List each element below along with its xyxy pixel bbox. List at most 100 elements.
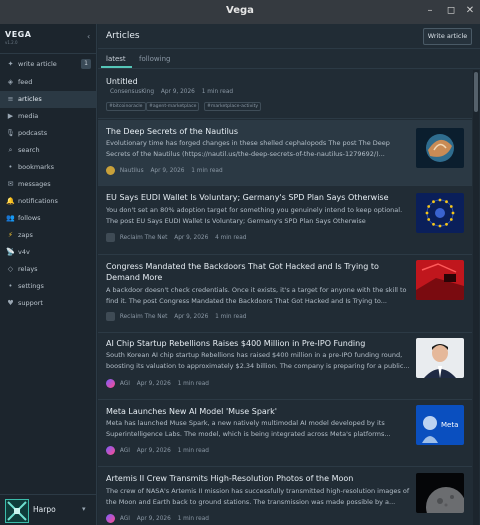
article-meta: ConsensusKing Apr 9, 2026 1 min read bbox=[110, 89, 238, 99]
article-thumbnail[interactable] bbox=[416, 338, 464, 378]
sidebar-item-label: podcasts bbox=[18, 129, 48, 137]
article-author[interactable]: AGI bbox=[120, 381, 130, 387]
radio-icon: 📡 bbox=[6, 248, 15, 256]
article-excerpt: You don't set an 80% adoption target for… bbox=[106, 206, 403, 225]
user-menu[interactable]: Harpo ▾ bbox=[0, 494, 96, 525]
tab-latest[interactable]: latest bbox=[106, 55, 126, 63]
article-date: Apr 9, 2026 bbox=[160, 89, 195, 95]
article-card[interactable]: EU Says EUDI Wallet Is Voluntary; German… bbox=[98, 187, 472, 255]
tabs-divider bbox=[98, 68, 480, 69]
sidebar-item-v4v[interactable]: 📡 v4v bbox=[0, 244, 96, 261]
article-read-time: 4 min read bbox=[215, 234, 247, 241]
article-card[interactable]: The Deep Secrets of the Nautilus Evoluti… bbox=[98, 120, 472, 186]
article-card[interactable]: Artemis II Crew Transmits High-Resolutio… bbox=[98, 468, 472, 525]
article-excerpt: The crew of NASA's Artemis II mission ha… bbox=[106, 487, 410, 506]
article-read-time: 1 min read bbox=[177, 515, 209, 522]
maximize-icon[interactable]: ◻ bbox=[444, 4, 458, 18]
article-title[interactable]: Artemis II Crew Transmits High-Resolutio… bbox=[106, 473, 410, 484]
page-title: Articles bbox=[106, 31, 140, 41]
article-thumbnail[interactable] bbox=[416, 128, 464, 168]
scrollbar-thumb[interactable] bbox=[474, 72, 478, 112]
article-read-time: 1 min read bbox=[215, 313, 247, 320]
article-date: Apr 9, 2026 bbox=[174, 234, 209, 241]
article-read-time: 1 min read bbox=[177, 380, 209, 387]
bookmark-icon: • bbox=[8, 163, 13, 171]
article-title[interactable]: Meta Launches New AI Model 'Muse Spark' bbox=[106, 406, 410, 417]
tab-following[interactable]: following bbox=[139, 55, 170, 63]
minimize-icon[interactable]: – bbox=[423, 4, 437, 18]
gear-icon: • bbox=[8, 282, 13, 290]
sidebar-item-articles[interactable]: ≡ articles bbox=[0, 91, 96, 108]
sidebar-item-bookmarks[interactable]: • bookmarks bbox=[0, 159, 96, 176]
collapse-sidebar-icon[interactable]: ‹ bbox=[87, 32, 90, 41]
lightning-icon: ⚡ bbox=[8, 231, 13, 239]
article-title[interactable]: Congress Mandated the Backdoors That Got… bbox=[106, 261, 410, 283]
sidebar-item-label: notifications bbox=[18, 197, 58, 205]
sidebar-item-write-article[interactable]: ✦ write article 1 bbox=[0, 56, 96, 73]
article-author[interactable]: AGI bbox=[120, 516, 130, 522]
article-meta: Reclaim The Net Apr 9, 2026 1 min read bbox=[106, 312, 251, 322]
header-divider bbox=[98, 48, 480, 49]
article-thumbnail[interactable]: Meta bbox=[416, 405, 464, 445]
window-title: Vega bbox=[226, 5, 254, 16]
article-read-time: 1 min read bbox=[191, 167, 223, 174]
article-title[interactable]: Untitled bbox=[106, 76, 138, 87]
article-title[interactable]: EU Says EUDI Wallet Is Voluntary; German… bbox=[106, 192, 410, 203]
sidebar: VEGA v1.2.0 ‹ ✦ write article 1 ◈ feed ≡… bbox=[0, 24, 97, 525]
tag[interactable]: #agent-marketplace bbox=[146, 102, 200, 111]
sidebar-item-messages[interactable]: ✉ messages bbox=[0, 176, 96, 193]
tag[interactable]: #bitcoinoracle bbox=[106, 102, 146, 111]
article-author[interactable]: Reclaim The Net bbox=[120, 235, 168, 241]
article-meta: AGI Apr 9, 2026 1 min read bbox=[106, 446, 214, 456]
article-excerpt: Evolutionary time has forged changes in … bbox=[106, 139, 390, 158]
thumbnail-brand-text: Meta bbox=[441, 421, 458, 429]
article-title[interactable]: AI Chip Startup Rebellions Raises $400 M… bbox=[106, 338, 410, 349]
article-thumbnail[interactable] bbox=[416, 473, 464, 513]
author-avatar bbox=[106, 233, 115, 242]
article-author[interactable]: Reclaim The Net bbox=[120, 314, 168, 320]
article-thumbnail[interactable] bbox=[416, 193, 464, 233]
sidebar-item-relays[interactable]: ◇ relays bbox=[0, 261, 96, 278]
plus-icon: ✦ bbox=[7, 60, 14, 68]
article-card[interactable]: Congress Mandated the Backdoors That Got… bbox=[98, 256, 472, 333]
sidebar-item-search[interactable]: ⌕ search bbox=[0, 142, 96, 159]
draft-count-badge: 1 bbox=[81, 59, 91, 69]
sidebar-item-label: write article bbox=[18, 60, 57, 68]
sidebar-item-label: media bbox=[18, 112, 39, 120]
article-date: Apr 9, 2026 bbox=[150, 167, 185, 174]
sidebar-item-label: articles bbox=[18, 95, 42, 103]
app-logo: VEGA bbox=[5, 30, 32, 39]
sidebar-item-zaps[interactable]: ⚡ zaps bbox=[0, 227, 96, 244]
article-author[interactable]: Nautilus bbox=[120, 168, 144, 174]
article-card[interactable]: AI Chip Startup Rebellions Raises $400 M… bbox=[98, 334, 472, 400]
article-thumbnail[interactable] bbox=[416, 260, 464, 300]
article-author[interactable]: ConsensusKing bbox=[110, 89, 154, 95]
feed-icon: ◈ bbox=[7, 78, 14, 86]
article-card[interactable]: Meta Launches New AI Model 'Muse Spark' … bbox=[98, 401, 472, 467]
sidebar-item-label: settings bbox=[18, 282, 44, 290]
app-version: v1.2.0 bbox=[5, 40, 18, 45]
sidebar-item-label: feed bbox=[18, 78, 33, 86]
sidebar-item-podcasts[interactable]: 🎙 podcasts bbox=[0, 125, 96, 142]
sidebar-item-settings[interactable]: • settings bbox=[0, 278, 96, 295]
article-card[interactable]: Untitled ConsensusKing Apr 9, 2026 1 min… bbox=[98, 70, 472, 119]
sidebar-item-media[interactable]: ▶ media bbox=[0, 108, 96, 125]
close-icon[interactable]: ✕ bbox=[463, 4, 477, 18]
article-excerpt: Meta has launched Muse Spark, a new nati… bbox=[106, 419, 391, 438]
article-meta: Nautilus Apr 9, 2026 1 min read bbox=[106, 166, 228, 176]
sidebar-item-notifications[interactable]: 🔔 notifications bbox=[0, 193, 96, 210]
author-avatar bbox=[106, 379, 115, 388]
sidebar-item-feed[interactable]: ◈ feed bbox=[0, 74, 96, 91]
article-date: Apr 9, 2026 bbox=[136, 447, 171, 454]
scrollbar[interactable] bbox=[473, 70, 479, 525]
tag[interactable]: #marketplace-activity bbox=[204, 102, 262, 111]
sidebar-divider bbox=[0, 53, 97, 54]
sidebar-item-support[interactable]: ♥ support bbox=[0, 295, 96, 312]
author-avatar bbox=[106, 514, 115, 523]
author-avatar bbox=[106, 166, 115, 175]
article-title[interactable]: The Deep Secrets of the Nautilus bbox=[106, 126, 410, 137]
sidebar-item-follows[interactable]: 👥 follows bbox=[0, 210, 96, 227]
users-icon: 👥 bbox=[6, 214, 15, 222]
write-article-button[interactable]: Write article bbox=[423, 28, 472, 45]
article-author[interactable]: AGI bbox=[120, 448, 130, 454]
